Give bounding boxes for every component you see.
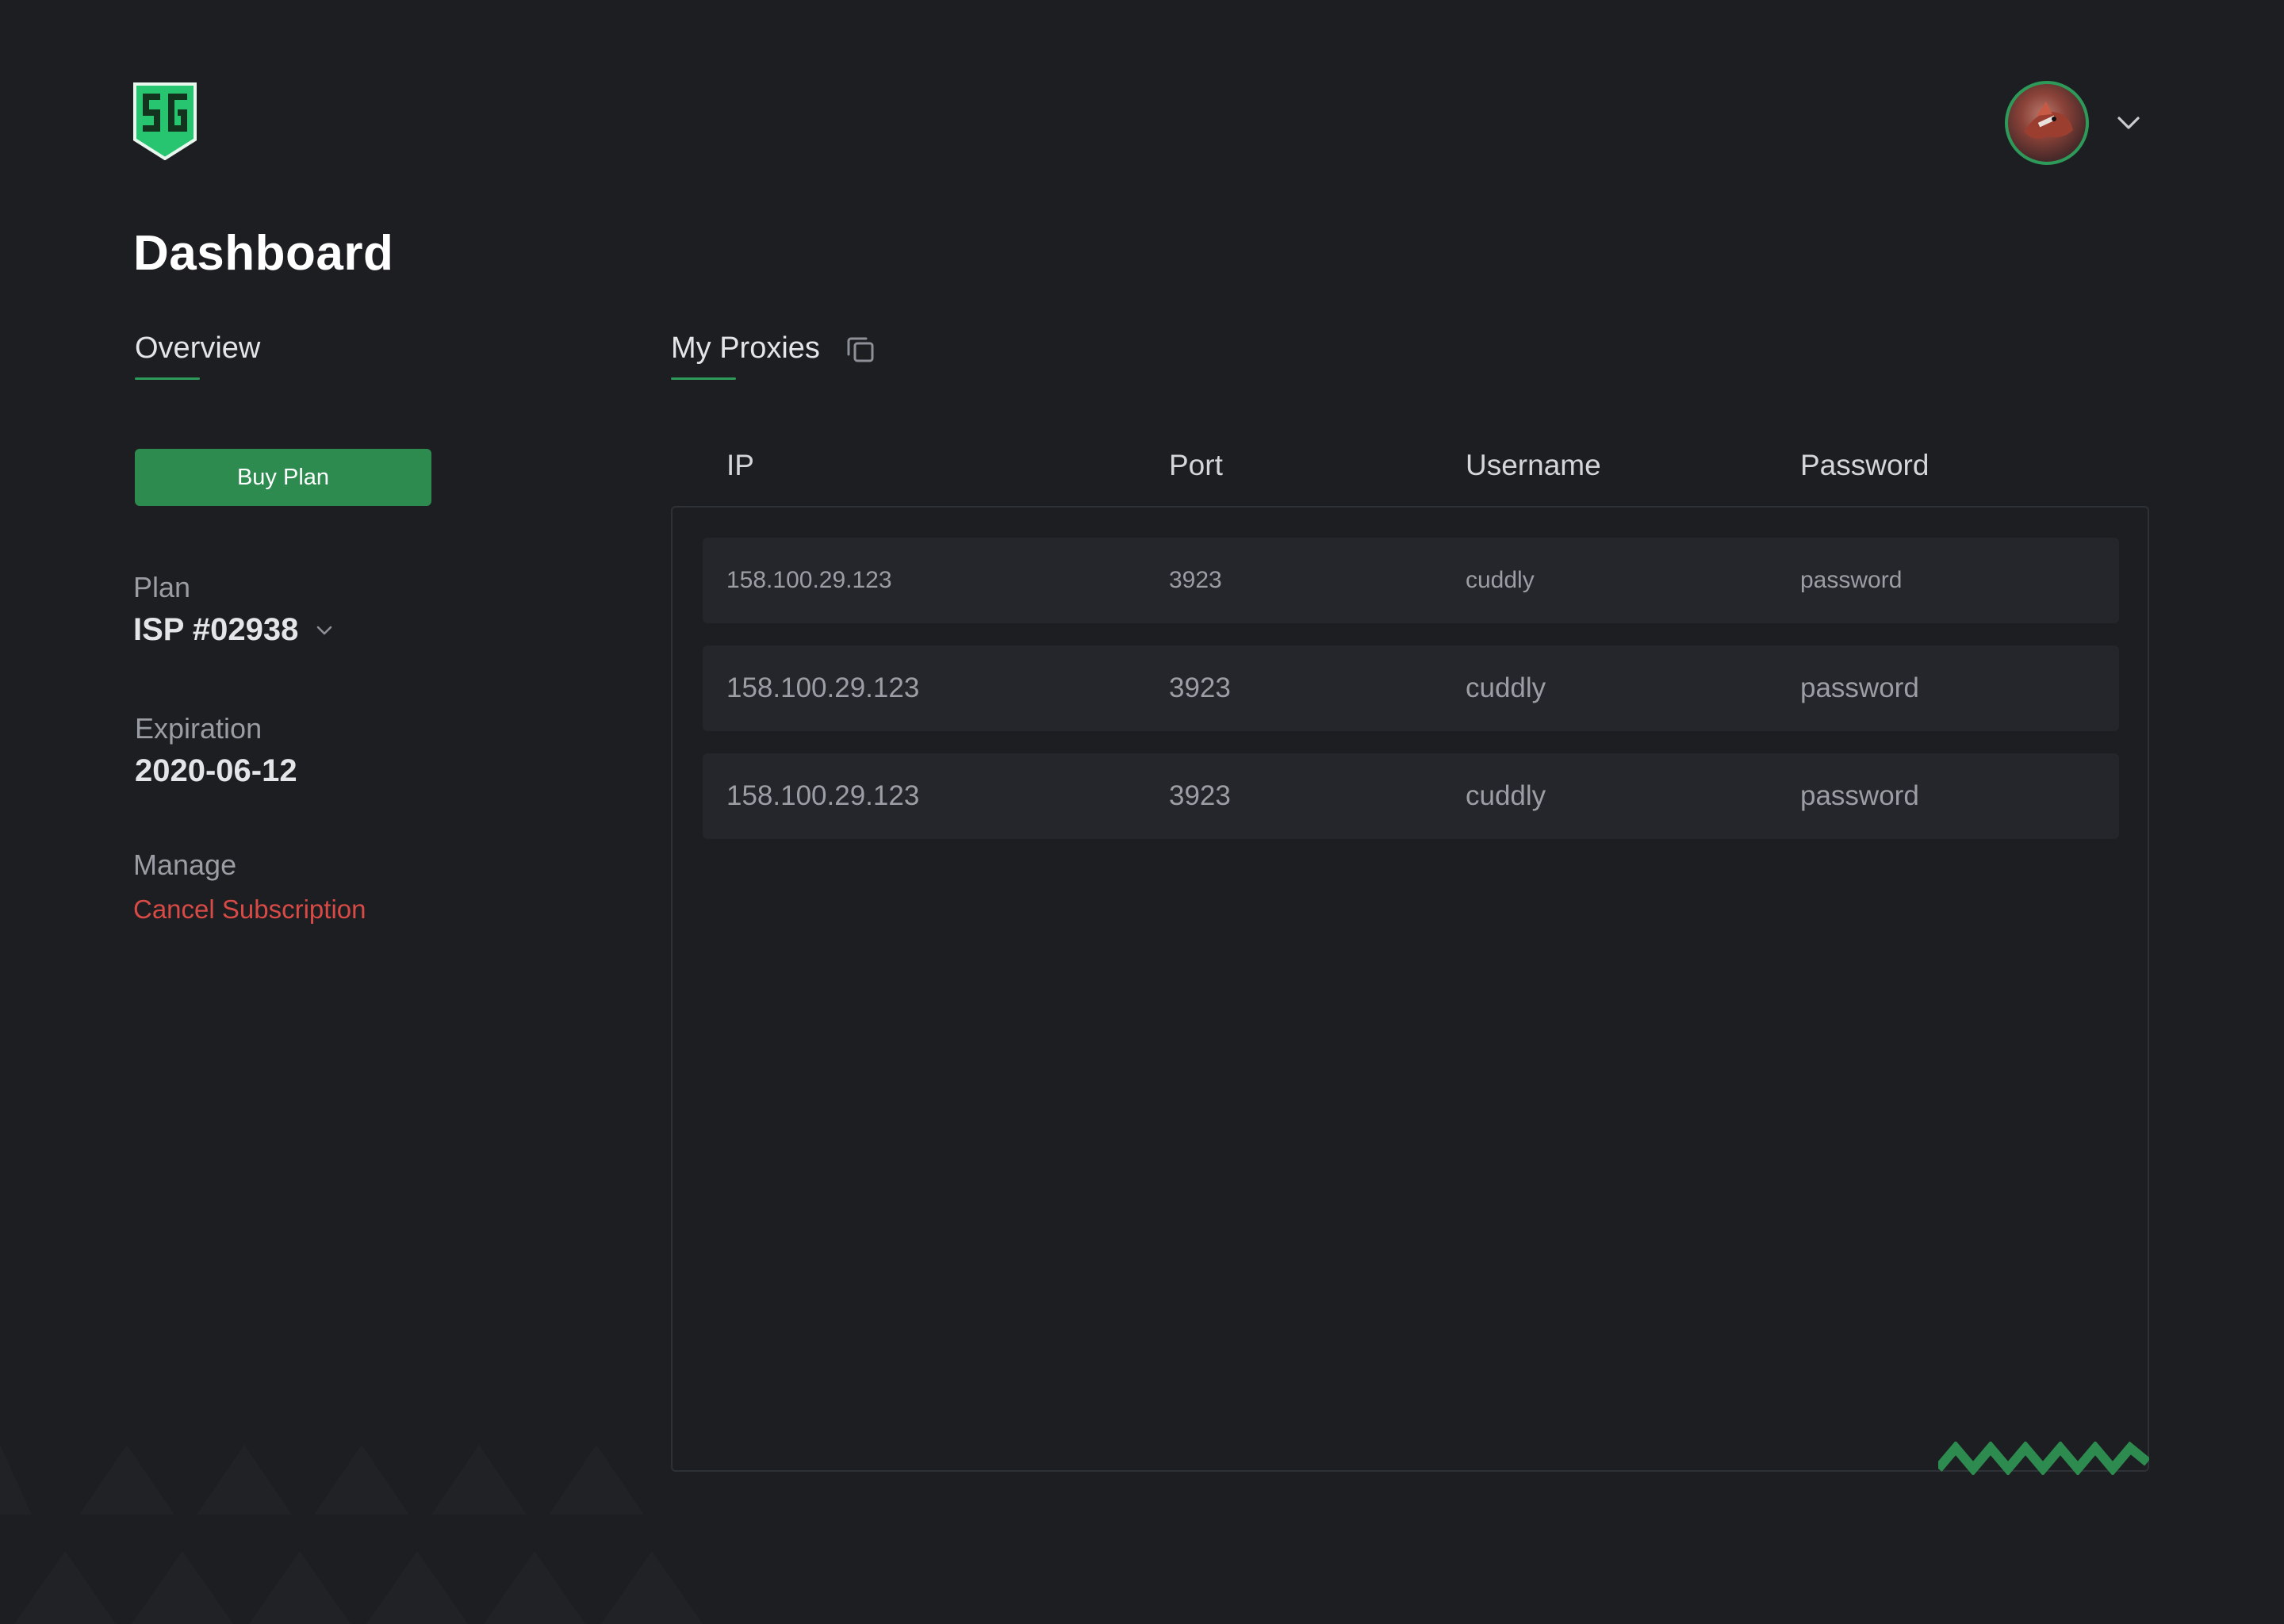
tab-overview-label: Overview (135, 331, 261, 365)
cell-port[interactable]: 3923 (1169, 567, 1222, 594)
cell-password[interactable]: password (1800, 672, 1919, 704)
cancel-subscription-link[interactable]: Cancel Subscription (133, 894, 366, 925)
background-pattern (0, 1445, 703, 1624)
page-title: Dashboard (133, 226, 394, 281)
column-header-username[interactable]: Username (1466, 449, 1601, 482)
tab-overview[interactable]: Overview (135, 331, 261, 380)
table-row[interactable]: 158.100.29.123 3923 cuddly password (703, 538, 2119, 623)
plan-select[interactable]: ISP #02938 (133, 612, 336, 648)
chevron-down-icon[interactable] (312, 619, 336, 642)
cell-password[interactable]: password (1800, 780, 1919, 812)
avatar-image (2024, 102, 2073, 139)
tab-my-proxies-underline (671, 377, 736, 380)
plan-value: ISP #02938 (133, 612, 299, 647)
cell-password[interactable]: password (1800, 567, 1902, 594)
cell-port[interactable]: 3923 (1169, 672, 1231, 704)
column-header-ip[interactable]: IP (726, 449, 754, 482)
tab-my-proxies-label: My Proxies (671, 331, 820, 365)
proxies-table: 158.100.29.123 3923 cuddly password 158.… (671, 506, 2149, 1472)
manage-label: Manage (133, 848, 237, 881)
cell-username[interactable]: cuddly (1466, 672, 1546, 704)
dashboard-page: Dashboard Overview My Proxies Buy Plan P… (0, 0, 2284, 1624)
avatar[interactable] (2005, 81, 2089, 165)
table-row[interactable]: 158.100.29.123 3923 cuddly password (703, 645, 2119, 731)
table-header: IP Port Username Password (671, 449, 2149, 496)
table-row[interactable]: 158.100.29.123 3923 cuddly password (703, 753, 2119, 839)
copy-icon[interactable] (844, 332, 877, 366)
tab-my-proxies[interactable]: My Proxies (671, 331, 877, 380)
chevron-down-icon[interactable] (2114, 109, 2143, 137)
cell-ip[interactable]: 158.100.29.123 (726, 672, 919, 704)
plan-label: Plan (133, 571, 191, 603)
column-header-password[interactable]: Password (1800, 449, 1929, 482)
cell-port[interactable]: 3923 (1169, 780, 1231, 812)
user-menu[interactable] (2005, 81, 2143, 165)
sg-shield-logo[interactable] (133, 82, 197, 160)
cell-username[interactable]: cuddly (1466, 567, 1535, 594)
expiration-value: 2020-06-12 (135, 753, 297, 788)
tab-overview-underline (135, 377, 200, 380)
expiration-label: Expiration (135, 712, 263, 745)
cell-username[interactable]: cuddly (1466, 780, 1546, 812)
buy-plan-button[interactable]: Buy Plan (135, 449, 431, 506)
column-header-port[interactable]: Port (1169, 449, 1223, 482)
cell-ip[interactable]: 158.100.29.123 (726, 567, 892, 594)
zigzag-decoration (1938, 1442, 2149, 1475)
cell-ip[interactable]: 158.100.29.123 (726, 780, 919, 812)
